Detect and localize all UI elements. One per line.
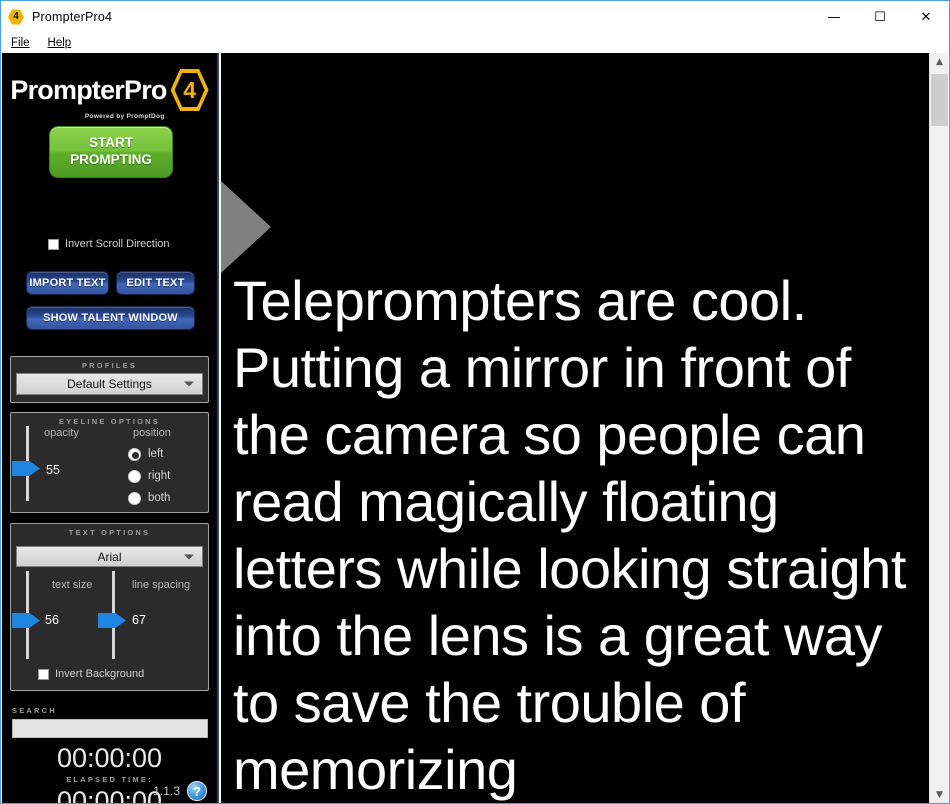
opacity-value: 55 bbox=[46, 463, 60, 477]
minimize-button[interactable]: — bbox=[811, 1, 857, 33]
app-hex-icon: 4 bbox=[8, 9, 24, 25]
profile-select[interactable]: Default Settings bbox=[16, 373, 203, 395]
profiles-group-title: PROFILES bbox=[81, 361, 138, 370]
window-title: PrompterPro4 bbox=[32, 10, 113, 24]
logo-composite: PrompterPro Powered by PromptDog 4 bbox=[10, 69, 209, 120]
app-icon-glyph: 4 bbox=[13, 11, 19, 22]
radio-left-indicator[interactable] bbox=[128, 447, 141, 461]
opacity-label: opacity bbox=[44, 427, 79, 439]
text-options-group-title: TEXT OPTIONS bbox=[68, 528, 151, 537]
total-read-time-value: 00:00:00 bbox=[56, 786, 163, 804]
line-spacing-value: 67 bbox=[132, 613, 146, 627]
help-glyph: ? bbox=[193, 783, 201, 799]
radio-right-label: right bbox=[148, 470, 171, 482]
invert-background-checkbox[interactable] bbox=[38, 668, 49, 680]
menu-file-label: File bbox=[11, 37, 30, 49]
close-button[interactable]: ✕ bbox=[903, 1, 949, 33]
edit-text-button[interactable]: EDIT TEXT bbox=[116, 271, 195, 295]
start-button-line2: PROMPTING bbox=[70, 152, 152, 167]
radio-both-label: both bbox=[148, 492, 171, 504]
radio-option-right[interactable]: right bbox=[128, 465, 170, 487]
prompter-script-text: Teleprompters are cool. Putting a mirror… bbox=[233, 269, 921, 801]
opacity-slider[interactable] bbox=[12, 426, 40, 501]
scroll-up-arrow-icon[interactable]: ▲ bbox=[930, 53, 949, 71]
logo-wordmark: PrompterPro bbox=[10, 74, 167, 105]
import-text-button[interactable]: IMPORT TEXT bbox=[26, 271, 109, 295]
scrollbar-thumb[interactable] bbox=[931, 74, 948, 126]
radio-left-label: left bbox=[148, 448, 164, 460]
eyeline-position-radio-group: left right both bbox=[128, 443, 170, 509]
start-prompting-button[interactable]: START PROMPTING bbox=[49, 126, 173, 178]
menu-item-help[interactable]: Help bbox=[40, 35, 80, 51]
font-select[interactable]: Arial bbox=[16, 546, 203, 567]
title-bar: 4 PrompterPro4 — ☐ ✕ bbox=[1, 1, 949, 33]
eyeline-options-group: EYELINE OPTIONS bbox=[10, 412, 209, 513]
app-logo: PrompterPro Powered by PromptDog 4 bbox=[2, 59, 217, 121]
window-controls: — ☐ ✕ bbox=[811, 1, 949, 33]
show-talent-window-button[interactable]: SHOW TALENT WINDOW bbox=[26, 306, 195, 330]
text-size-slider[interactable] bbox=[12, 571, 40, 659]
eyeline-group-title: EYELINE OPTIONS bbox=[59, 417, 160, 426]
sidebar-panel: PrompterPro Powered by PromptDog 4 START… bbox=[2, 53, 219, 804]
chevron-down-icon bbox=[184, 381, 194, 387]
profile-select-value: Default Settings bbox=[67, 377, 152, 391]
elapsed-time-value: 00:00:00 bbox=[56, 743, 163, 773]
radio-both-indicator[interactable] bbox=[128, 491, 141, 505]
elapsed-time-caption: ELAPSED TIME: bbox=[66, 775, 153, 784]
application-window: 4 PrompterPro4 — ☐ ✕ File Help PrompterP… bbox=[0, 0, 950, 804]
app-icon: 4 bbox=[8, 9, 24, 25]
prompter-display[interactable]: Teleprompters are cool. Putting a mirror… bbox=[221, 53, 929, 803]
invert-scroll-checkbox[interactable] bbox=[48, 238, 59, 250]
start-button-line1: START bbox=[89, 135, 133, 151]
prompter-scrollbar[interactable]: ▲ ▼ bbox=[929, 53, 949, 803]
logo-hex-icon: 4 bbox=[170, 69, 209, 111]
chevron-down-icon bbox=[184, 554, 194, 559]
font-select-value: Arial bbox=[97, 549, 122, 564]
menu-item-file[interactable]: File bbox=[3, 35, 38, 51]
menu-bar: File Help bbox=[1, 33, 219, 53]
version-label: 1.1.3 bbox=[153, 784, 180, 798]
radio-option-both[interactable]: both bbox=[128, 487, 170, 509]
logo-tagline: Powered by PromptDog bbox=[84, 113, 165, 120]
radio-right-indicator[interactable] bbox=[128, 469, 141, 483]
menu-help-label: Help bbox=[47, 37, 72, 49]
invert-background-row[interactable]: Invert Background bbox=[38, 668, 144, 680]
scroll-down-arrow-icon[interactable]: ▼ bbox=[930, 786, 949, 803]
invert-scroll-label: Invert Scroll Direction bbox=[65, 238, 170, 250]
invert-scroll-direction-row[interactable]: Invert Scroll Direction bbox=[48, 238, 170, 250]
text-size-label: text size bbox=[52, 579, 93, 591]
maximize-button[interactable]: ☐ bbox=[857, 1, 903, 33]
text-size-value: 56 bbox=[45, 613, 59, 627]
logo-hex-number: 4 bbox=[183, 76, 196, 103]
search-input[interactable] bbox=[12, 719, 208, 738]
search-label: SEARCH bbox=[12, 706, 57, 715]
line-spacing-slider[interactable] bbox=[98, 571, 126, 659]
eyeline-triangle-icon bbox=[221, 181, 271, 273]
radio-option-left[interactable]: left bbox=[128, 443, 170, 465]
invert-background-label: Invert Background bbox=[55, 668, 145, 680]
line-spacing-label: line spacing bbox=[132, 579, 191, 591]
help-icon[interactable]: ? bbox=[187, 781, 207, 801]
position-label: position bbox=[133, 427, 171, 439]
